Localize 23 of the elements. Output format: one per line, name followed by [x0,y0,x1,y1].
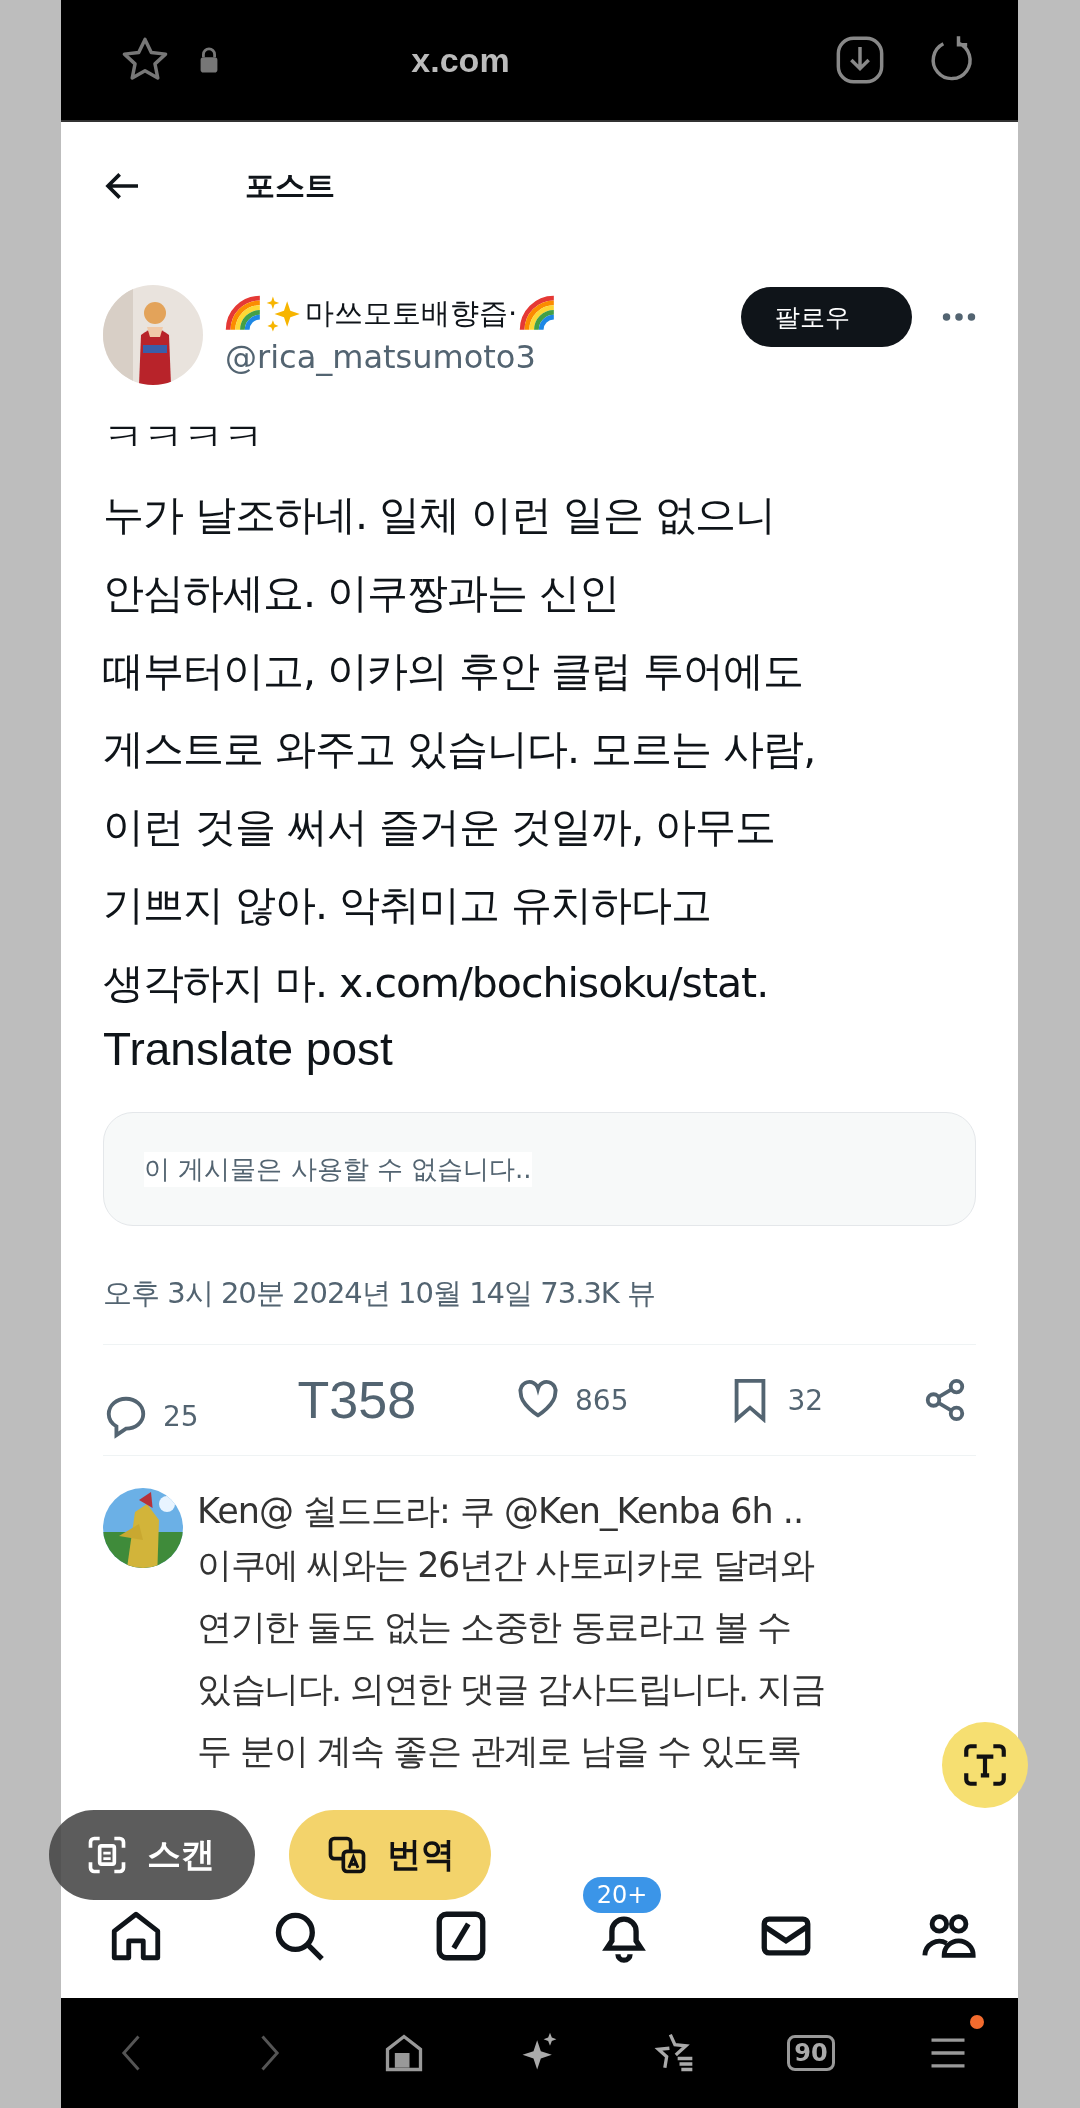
follow-button[interactable]: 팔로우 [741,287,912,347]
reply-header: Ken@ 쉴드드라: 쿠 @Ken_Kenba 6h .. [197,1490,805,1533]
stat-count: 25 [163,1399,199,1433]
url-text[interactable]: x.com [247,40,674,80]
tabs-icon[interactable]: 90 [787,2035,835,2071]
author-name[interactable]: 마쓰모토배향즙· [305,294,518,334]
download-icon[interactable] [834,34,886,86]
scan-button[interactable]: 스캔 [49,1810,255,1900]
stat-count: 865 [575,1383,629,1417]
notification-dot-icon [970,2015,984,2029]
reply-text: 이쿠에 씨와는 26년간 사토피카로 달려와 연기한 둘도 없는 소중한 동료라고 볼 수 있습니다. 의연한 댓글 감사드립니다. 지금 두 분이 계속 좋은 관계로 남을 수 있도록 [197,1544,825,1773]
repost-count: T358 [297,1370,417,1430]
post-text: ㅋㅋㅋㅋ 누가 날조하네. 일체 이런 일은 없으니 안심하세요. 이쿠짱과는 신인 때부터이고, 이카의 후안 클럽 투어에도 게스트로 와주고 있습니다. 모르는 사람, 이런 것을 써서 즐거운 것일까, 아무도 기쁘지 않아. 악취미고 유치하다고 생각하지 마. x.com/bochisoku/stat. [103,412,817,1009]
page-title: 포스트 [245,166,335,205]
stat-count: 32 [787,1383,824,1417]
author-handle[interactable]: @rica_matsumoto3 [225,338,741,376]
unavailable-message: 이 게시물은 사용할 수 없습니다.. [144,1151,532,1187]
translate-link[interactable]: Translate post [103,1022,976,1076]
notification-badge: 20+ [582,1877,662,1913]
more-icon[interactable] [942,312,976,322]
translate-button[interactable]: 번역 [289,1810,491,1900]
post-timestamp: 오후 3시 20분 2024년 10월 14일 73.3K 뷰 [103,1275,657,1312]
rainbow-icon [225,295,263,333]
